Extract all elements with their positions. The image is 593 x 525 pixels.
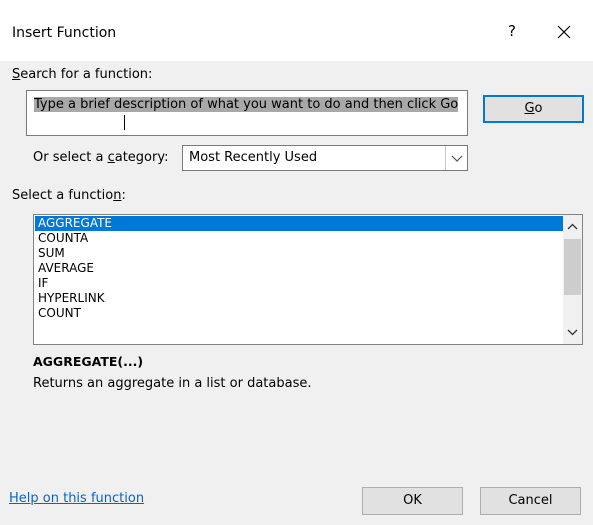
search-input-text: Type a brief description of what you wan…	[34, 96, 464, 113]
cancel-button[interactable]: Cancel	[480, 487, 581, 515]
dialog-title: Insert Function	[12, 25, 117, 41]
go-button-label: o	[534, 101, 543, 116]
function-list-label: Select a function:	[12, 188, 126, 203]
search-input[interactable]: Type a brief description of what you wan…	[26, 90, 468, 136]
category-label: Or select a category:	[33, 150, 168, 165]
list-item[interactable]: AGGREGATE	[35, 216, 563, 231]
function-list-label-after: :	[121, 188, 126, 203]
help-on-function-link[interactable]: Help on this function	[9, 491, 144, 506]
function-syntax: AGGREGATE(...)	[33, 354, 144, 369]
list-item[interactable]: COUNTA	[35, 231, 563, 246]
list-item[interactable]: COUNT	[35, 306, 563, 321]
list-item[interactable]: HYPERLINK	[35, 291, 563, 306]
text-caret	[124, 115, 125, 130]
category-dropdown-button[interactable]	[445, 146, 467, 170]
close-button[interactable]	[550, 18, 578, 46]
go-button[interactable]: Go	[483, 95, 584, 123]
list-item[interactable]: IF	[35, 276, 563, 291]
chevron-up-icon	[567, 223, 578, 230]
chevron-down-icon	[567, 329, 578, 336]
go-button-access-key: G	[524, 101, 535, 116]
function-listbox[interactable]: AGGREGATE COUNTA SUM AVERAGE IF HYPERLIN…	[33, 214, 583, 345]
function-list-label-before: Select a functio	[12, 188, 114, 203]
search-label-text: earch for a function:	[20, 67, 153, 82]
ok-button[interactable]: OK	[362, 487, 463, 515]
function-list: AGGREGATE COUNTA SUM AVERAGE IF HYPERLIN…	[35, 216, 563, 321]
help-button[interactable]: ?	[504, 22, 520, 44]
search-input-value: Type a brief description of what you wan…	[34, 97, 459, 112]
insert-function-dialog: Insert Function ? Search for a function:…	[0, 0, 593, 525]
scroll-down-button[interactable]	[563, 323, 582, 341]
category-select[interactable]: Most Recently Used	[182, 145, 468, 171]
category-label-access-key: c	[107, 150, 115, 165]
category-label-after: ategory:	[114, 150, 169, 165]
title-bar: Insert Function ?	[0, 0, 593, 61]
scroll-up-button[interactable]	[563, 218, 582, 236]
list-item[interactable]: AVERAGE	[35, 261, 563, 276]
close-icon	[557, 25, 571, 39]
chevron-down-icon	[451, 155, 463, 162]
category-select-value: Most Recently Used	[189, 150, 318, 165]
category-label-before: Or select a	[33, 150, 108, 165]
vertical-scrollbar[interactable]	[563, 215, 582, 344]
search-label: Search for a function:	[12, 67, 152, 82]
function-description: Returns an aggregate in a list or databa…	[33, 376, 312, 391]
list-item[interactable]: SUM	[35, 246, 563, 261]
scrollbar-thumb[interactable]	[564, 239, 581, 295]
